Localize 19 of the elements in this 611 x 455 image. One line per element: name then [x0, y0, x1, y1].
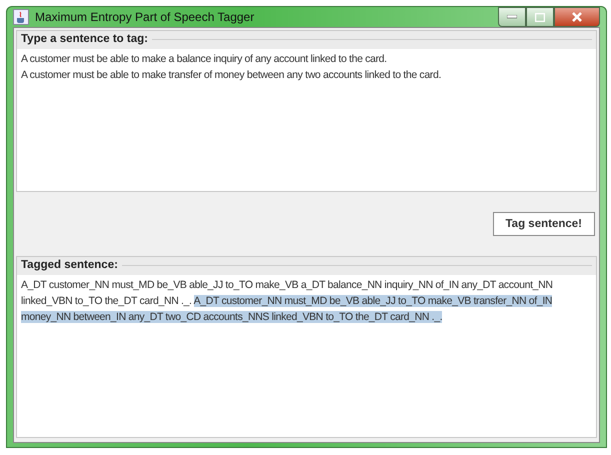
input-text-area[interactable] [16, 30, 597, 192]
sentence-line: A customer must be able to make a balance inquiry of any account linked to the card. [21, 52, 388, 67]
window-title: Maximum Entropy Part of Speech Tagger [35, 10, 254, 24]
close-icon [572, 12, 582, 22]
tag-sentence-button[interactable]: Tag sentence! [492, 212, 595, 236]
group-title: Type a sentence to tag: [21, 33, 148, 45]
tagged-text: A_DT customer_NN must_MD be_VB able_JJ to_TO make_VB a_DT balance_NN inquiry_NN of_IN any_DT account_NN [21, 279, 553, 291]
group-title: Tagged sentence: [21, 259, 118, 271]
tagged-text: linked_VBN to_TO the_DT card_NN ._. [21, 295, 193, 307]
java-cup-icon [13, 9, 29, 25]
output-text-area[interactable] [16, 256, 597, 438]
minimize-button[interactable] [498, 7, 526, 27]
minimize-icon [507, 15, 517, 19]
selected-text: A_DT customer_NN must_MD be_VB able_JJ to_TO make_VB transfer_NN of_IN [194, 295, 552, 307]
sentence-line: A customer must be able to make transfer of money between any two accounts linked to the card. [21, 68, 442, 83]
maximize-icon [535, 12, 545, 22]
selected-text: money_NN between_IN any_DT two_CD accounts_NNS linked_VBN to_TO the_DT card_NN ._. [21, 311, 442, 323]
close-button[interactable] [554, 7, 600, 27]
maximize-button[interactable] [526, 7, 554, 27]
